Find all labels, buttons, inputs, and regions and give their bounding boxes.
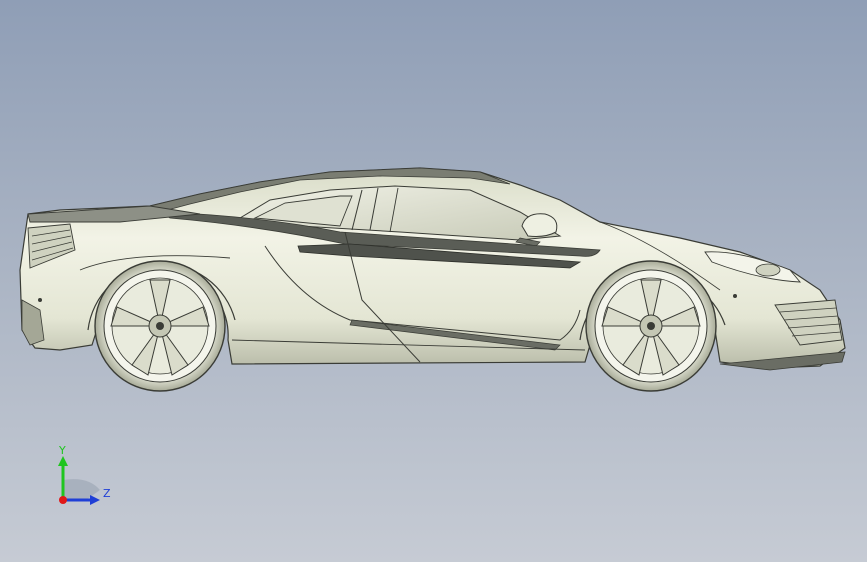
graphics-viewport[interactable]: Y Z: [0, 0, 867, 562]
x-axis-dot: [59, 496, 67, 504]
side-mirror: [521, 213, 558, 237]
front-wheel[interactable]: [585, 260, 717, 392]
y-axis-label: Y: [58, 444, 66, 457]
car-model[interactable]: [0, 0, 867, 562]
reference-triad: Y Z: [58, 444, 111, 505]
z-axis-label: Z: [103, 487, 111, 500]
rear-wheel[interactable]: [94, 260, 226, 392]
